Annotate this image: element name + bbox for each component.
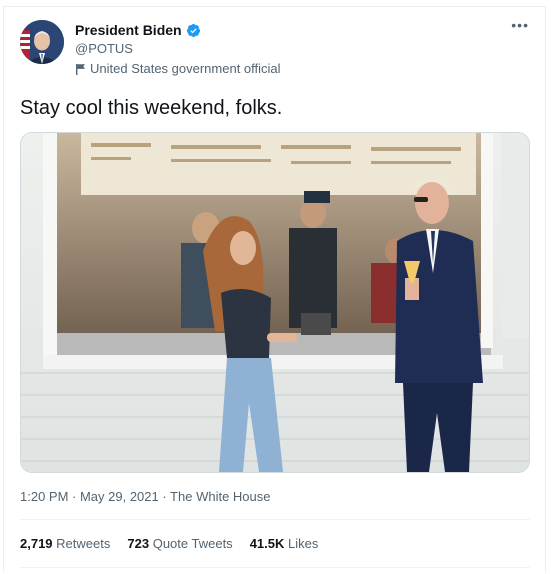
government-label: United States government official <box>75 61 281 76</box>
quote-tweets-label: Quote Tweets <box>152 536 233 551</box>
tweet-card: President Biden @POTUS United States gov… <box>3 6 546 573</box>
tweet-text: Stay cool this weekend, folks. <box>20 97 283 119</box>
author-name-row[interactable]: President Biden <box>75 22 201 38</box>
quote-tweets-stat[interactable]: 723 Quote Tweets <box>127 536 232 551</box>
divider-top <box>20 519 530 520</box>
likes-stat[interactable]: 41.5K Likes <box>250 536 319 551</box>
verified-badge-icon <box>186 23 200 37</box>
author-handle[interactable]: @POTUS <box>75 41 133 56</box>
divider-bottom <box>20 567 530 568</box>
government-label-text: United States government official <box>90 61 281 76</box>
likes-count: 41.5K <box>249 536 285 551</box>
tweet-timestamp[interactable]: 1:20 PM · May 29, 2021 · The White House <box>20 489 271 504</box>
flag-icon <box>76 63 85 75</box>
retweets-stat[interactable]: 2,719 Retweets <box>20 536 110 551</box>
author-name[interactable]: President Biden <box>75 22 182 38</box>
tweet-photo[interactable] <box>20 132 530 473</box>
quote-tweets-count: 723 <box>127 536 150 551</box>
retweets-count: 2,719 <box>20 536 53 551</box>
tweet-stats: 2,719 Retweets 723 Quote Tweets 41.5K Li… <box>20 536 318 551</box>
retweets-label: Retweets <box>56 536 111 551</box>
more-icon[interactable]: ••• <box>511 17 529 33</box>
likes-label: Likes <box>288 536 319 551</box>
avatar[interactable] <box>20 20 64 64</box>
